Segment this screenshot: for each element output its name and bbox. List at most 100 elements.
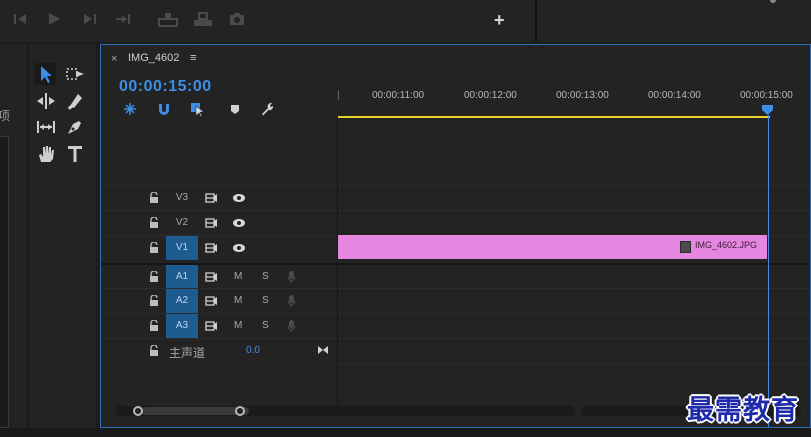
solo-button[interactable]: S xyxy=(262,271,269,282)
track-lane-master[interactable] xyxy=(338,338,810,363)
eye-icon[interactable] xyxy=(232,218,246,228)
ruler-start-tick: | xyxy=(337,90,340,101)
scrub-handle[interactable] xyxy=(770,0,776,3)
insert-icon[interactable] xyxy=(157,12,179,28)
watermark-logo: 最需教育 xyxy=(687,395,799,426)
toggle-sync-lock-icon[interactable] xyxy=(205,272,218,282)
sequence-tab-title[interactable]: IMG_4602 xyxy=(128,52,179,64)
track-name[interactable]: V3 xyxy=(166,186,198,210)
slip-tool-icon[interactable] xyxy=(35,116,57,138)
razor-tool-icon[interactable] xyxy=(64,90,86,112)
zoom-handle-right[interactable] xyxy=(235,406,245,416)
clip-name: IMG_4602.JPG xyxy=(694,240,757,250)
playhead-handle[interactable] xyxy=(762,105,773,115)
add-marker-icon[interactable] xyxy=(227,101,243,117)
ruler-tick-label: 00:00:13:00 xyxy=(556,90,609,101)
track-lane-end xyxy=(338,363,810,365)
playhead-line[interactable] xyxy=(768,115,769,427)
track-name[interactable]: A1 xyxy=(166,265,198,289)
image-clip[interactable]: IMG_4602.JPG xyxy=(338,235,767,259)
go-to-out-icon[interactable] xyxy=(115,12,133,28)
toggle-sync-lock-icon[interactable] xyxy=(205,243,218,253)
track-select-tool-icon[interactable] xyxy=(64,63,86,85)
panel-menu-icon[interactable]: ≡ xyxy=(190,52,196,64)
ruler-tick-label: 00:00:11:00 xyxy=(372,90,425,101)
export-frame-icon[interactable] xyxy=(229,12,247,28)
track-name[interactable]: V1 xyxy=(166,236,198,260)
selection-tool-icon[interactable] xyxy=(34,63,56,85)
ruler-tick-label: 00:00:15:00 xyxy=(740,90,793,101)
ruler-tick-label: 00:00:14:00 xyxy=(648,90,701,101)
snap-magnet-icon[interactable] xyxy=(156,101,172,117)
panel-divider xyxy=(535,0,537,42)
master-volume-value[interactable]: 0.0 xyxy=(246,345,260,356)
track-header-v1: V1 xyxy=(101,235,337,260)
track-header-a1: A1 M S xyxy=(101,263,337,289)
track-lane-a3[interactable] xyxy=(338,313,810,338)
track-header-v2: V2 xyxy=(101,210,337,235)
track-lane-v2[interactable] xyxy=(338,210,810,235)
microphone-icon[interactable] xyxy=(287,319,296,333)
track-header-a3: A3 M S xyxy=(101,313,337,338)
eye-icon[interactable] xyxy=(232,193,246,203)
step-back-icon[interactable] xyxy=(12,12,30,28)
type-tool-icon[interactable] xyxy=(64,143,86,165)
master-track-label: 主声道 xyxy=(169,346,206,360)
hand-tool-icon[interactable] xyxy=(35,143,57,165)
toggle-sync-lock-icon[interactable] xyxy=(205,218,218,228)
playhead-timecode[interactable]: 00:00:15:00 xyxy=(119,78,212,96)
nest-sequence-icon[interactable] xyxy=(122,101,138,117)
close-tab-icon[interactable]: × xyxy=(111,53,117,65)
track-name[interactable]: V2 xyxy=(166,211,198,235)
microphone-icon[interactable] xyxy=(287,270,296,284)
project-list[interactable] xyxy=(0,136,9,428)
pen-tool-icon[interactable] xyxy=(64,116,86,138)
project-panel-label: 项 xyxy=(0,109,11,123)
tools-panel xyxy=(29,44,96,437)
step-forward-icon[interactable] xyxy=(82,12,100,28)
track-name[interactable]: A2 xyxy=(166,289,198,313)
track-header-v3: V3 xyxy=(101,185,337,210)
track-lane-a2[interactable] xyxy=(338,288,810,313)
track-area[interactable] xyxy=(338,185,810,365)
eye-icon[interactable] xyxy=(232,243,246,253)
ruler-tick-label: 00:00:12:00 xyxy=(464,90,517,101)
lock-icon[interactable] xyxy=(149,217,159,228)
add-button[interactable]: + xyxy=(494,10,505,30)
go-to-out-point-icon[interactable] xyxy=(318,345,328,355)
lock-icon[interactable] xyxy=(149,242,159,253)
linked-selection-icon[interactable] xyxy=(190,101,206,117)
mute-button[interactable]: M xyxy=(234,320,242,331)
lock-icon[interactable] xyxy=(149,271,159,282)
zoom-handle-left[interactable] xyxy=(133,406,143,416)
zoom-scrollbar[interactable] xyxy=(115,406,575,416)
play-icon[interactable] xyxy=(47,12,65,28)
timeline-settings-wrench-icon[interactable] xyxy=(259,101,275,117)
bottom-panel-edge xyxy=(0,428,811,437)
mute-button[interactable]: M xyxy=(234,271,242,282)
zoom-scroll-thumb[interactable] xyxy=(141,407,249,415)
project-panel: 项 xyxy=(0,44,26,437)
track-header-a2: A2 M S xyxy=(101,288,337,313)
track-header-master: 主声道 0.0 xyxy=(101,338,337,363)
lock-icon[interactable] xyxy=(149,295,159,306)
overwrite-icon[interactable] xyxy=(192,12,214,28)
solo-button[interactable]: S xyxy=(262,320,269,331)
lock-icon[interactable] xyxy=(149,320,159,331)
toggle-sync-lock-icon[interactable] xyxy=(205,321,218,331)
microphone-icon[interactable] xyxy=(287,294,296,308)
track-lane-a1[interactable] xyxy=(338,263,810,289)
solo-button[interactable]: S xyxy=(262,295,269,306)
lock-icon[interactable] xyxy=(149,345,159,356)
track-headers: V3 V2 V1 A1 M S A2 M S A3 M S 主声道 0.0 xyxy=(101,185,337,365)
track-lane-v3[interactable] xyxy=(338,185,810,210)
mute-button[interactable]: M xyxy=(234,295,242,306)
work-area-bar[interactable] xyxy=(338,116,770,118)
toggle-sync-lock-icon[interactable] xyxy=(205,193,218,203)
track-name[interactable]: A3 xyxy=(166,314,198,338)
lock-icon[interactable] xyxy=(149,192,159,203)
transport-bar: + xyxy=(0,0,811,42)
time-ruler[interactable]: | 00:00:11:00 00:00:12:00 00:00:13:00 00… xyxy=(337,85,810,117)
ripple-edit-tool-icon[interactable] xyxy=(35,90,57,112)
toggle-sync-lock-icon[interactable] xyxy=(205,296,218,306)
